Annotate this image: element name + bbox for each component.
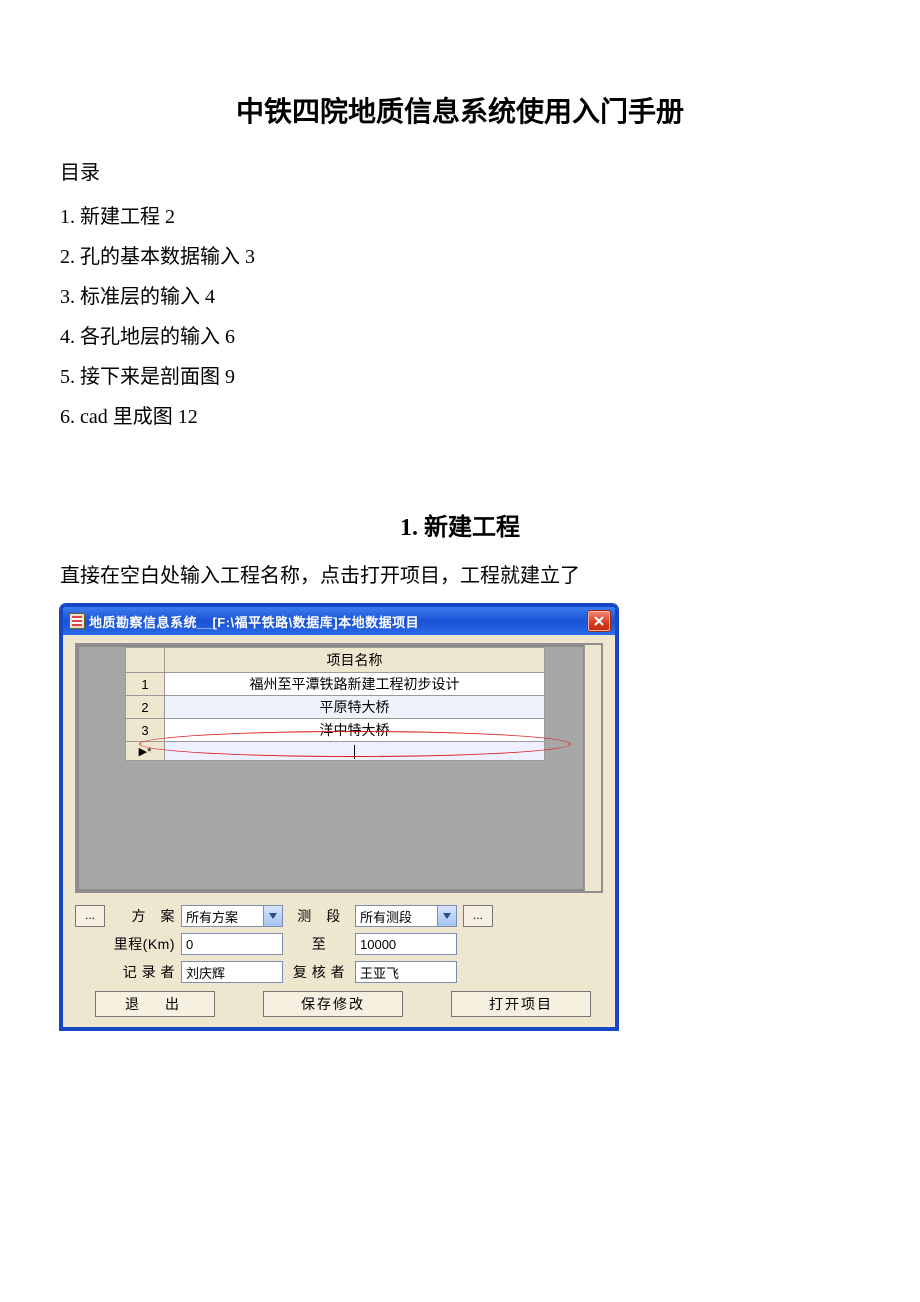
ce-duan-value: 所有测段	[356, 907, 437, 926]
toc-item: 2. 孔的基本数据输入 3	[60, 237, 860, 277]
row-number: 3	[126, 719, 165, 742]
fuhezhe-input[interactable]: 王亚飞	[355, 961, 457, 983]
table-row[interactable]: 3 洋中特大桥	[126, 719, 545, 742]
section-body: 直接在空白处输入工程名称，点击打开项目，工程就建立了	[60, 558, 860, 594]
browse-right-button[interactable]: ...	[463, 905, 493, 927]
zhi-label: 至	[289, 934, 349, 954]
toc-item: 4. 各孔地层的输入 6	[60, 317, 860, 357]
grid-scrollbar[interactable]	[584, 645, 601, 891]
toc-item: 5. 接下来是剖面图 9	[60, 357, 860, 397]
doc-title: 中铁四院地质信息系统使用入门手册	[60, 90, 860, 130]
project-name-cell[interactable]: 平原特大桥	[165, 696, 545, 719]
text-caret-icon	[354, 745, 355, 759]
table-row[interactable]: 2 平原特大桥	[126, 696, 545, 719]
dialog-window: 地质勘察信息系统__[F:\福平铁路\数据库]本地数据项目 www.bdocx.…	[60, 604, 618, 1030]
toc-heading: 目录	[60, 156, 860, 185]
app-icon	[69, 613, 85, 629]
licheng-input[interactable]: 0	[181, 933, 283, 955]
toc-item: 6. cad 里成图 12	[60, 397, 860, 437]
new-row-marker: ▶*	[126, 742, 165, 761]
exit-button[interactable]: 退 出	[95, 991, 215, 1017]
jiluzhe-label: 记 录 者	[111, 962, 175, 982]
fang-an-value: 所有方案	[182, 907, 263, 926]
project-grid[interactable]: 项目名称 1 福州至平潭铁路新建工程初步设计 2 平原特大桥 3 洋中特大桥	[75, 643, 603, 893]
grid-column-header[interactable]: 项目名称	[165, 648, 545, 673]
jiluzhe-input[interactable]: 刘庆辉	[181, 961, 283, 983]
project-name-input-cell[interactable]	[165, 742, 545, 761]
toc-item: 3. 标准层的输入 4	[60, 277, 860, 317]
fuhezhe-label: 复 核 者	[289, 962, 349, 982]
chevron-down-icon	[437, 906, 456, 926]
section-heading: 1. 新建工程	[60, 507, 860, 542]
table-row-new[interactable]: ▶*	[126, 742, 545, 761]
toc-item: 1. 新建工程 2	[60, 197, 860, 237]
save-button[interactable]: 保存修改	[263, 991, 403, 1017]
open-project-button[interactable]: 打开项目	[451, 991, 591, 1017]
fang-an-label: 方 案	[111, 906, 175, 926]
fang-an-combo[interactable]: 所有方案	[181, 905, 283, 927]
browse-left-button[interactable]: ...	[75, 905, 105, 927]
row-number: 1	[126, 673, 165, 696]
ce-duan-label: 测 段	[289, 906, 349, 926]
ce-duan-combo[interactable]: 所有测段	[355, 905, 457, 927]
project-name-cell[interactable]: 福州至平潭铁路新建工程初步设计	[165, 673, 545, 696]
row-number: 2	[126, 696, 165, 719]
chevron-down-icon	[263, 906, 282, 926]
window-title: 地质勘察信息系统__[F:\福平铁路\数据库]本地数据项目	[89, 612, 419, 631]
licheng-label: 里程(Km)	[111, 934, 175, 954]
project-name-cell[interactable]: 洋中特大桥	[165, 719, 545, 742]
titlebar[interactable]: 地质勘察信息系统__[F:\福平铁路\数据库]本地数据项目	[63, 607, 615, 635]
close-button[interactable]	[587, 610, 611, 632]
zhi-input[interactable]: 10000	[355, 933, 457, 955]
close-icon	[593, 616, 605, 626]
table-row[interactable]: 1 福州至平潭铁路新建工程初步设计	[126, 673, 545, 696]
grid-corner	[126, 648, 165, 673]
